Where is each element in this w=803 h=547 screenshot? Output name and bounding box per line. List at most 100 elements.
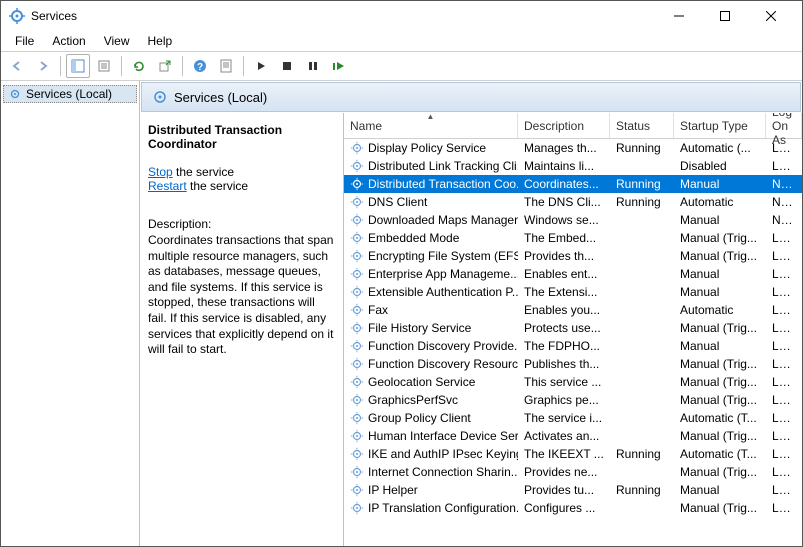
service-row[interactable]: Function Discovery Provide...The FDPHO..… (344, 337, 802, 355)
service-status-cell: Running (610, 177, 674, 191)
service-row[interactable]: Function Discovery Resourc...Publishes t… (344, 355, 802, 373)
tree-item-services-local[interactable]: Services (Local) (3, 85, 137, 103)
service-desc-cell: Windows se... (518, 213, 610, 227)
service-name-cell: Human Interface Device Ser... (344, 429, 518, 443)
service-logon-cell: Loca (766, 429, 802, 443)
properties-button[interactable] (92, 54, 116, 78)
toolbar: ? (1, 51, 802, 81)
service-name-cell: Encrypting File System (EFS) (344, 249, 518, 263)
minimize-button[interactable] (656, 1, 702, 31)
service-gear-icon (350, 357, 364, 371)
menu-file[interactable]: File (7, 32, 42, 50)
service-row[interactable]: Display Policy ServiceManages th...Runni… (344, 139, 802, 157)
list-body[interactable]: Display Policy ServiceManages th...Runni… (344, 139, 802, 546)
service-startup-cell: Manual (Trig... (674, 501, 766, 515)
column-name[interactable]: Name▲ (344, 113, 518, 138)
sort-asc-icon: ▲ (427, 113, 435, 121)
content-pane: Services (Local) Distributed Transaction… (140, 81, 802, 546)
service-row[interactable]: Embedded ModeThe Embed...Manual (Trig...… (344, 229, 802, 247)
service-desc-cell: Maintains li... (518, 159, 610, 173)
service-gear-icon (350, 177, 364, 191)
service-logon-cell: Netw (766, 213, 802, 227)
service-desc-cell: The IKEEXT ... (518, 447, 610, 461)
service-row[interactable]: DNS ClientThe DNS Cli...RunningAutomatic… (344, 193, 802, 211)
detail-pane: Distributed Transaction Coordinator Stop… (140, 113, 344, 546)
maximize-button[interactable] (702, 1, 748, 31)
stop-service-button[interactable] (275, 54, 299, 78)
menubar: File Action View Help (1, 31, 802, 51)
service-gear-icon (350, 501, 364, 515)
service-row[interactable]: Downloaded Maps ManagerWindows se...Manu… (344, 211, 802, 229)
tree-item-label: Services (Local) (26, 87, 112, 101)
service-startup-cell: Manual (674, 213, 766, 227)
show-hide-tree-button[interactable] (66, 54, 90, 78)
service-name-cell: Distributed Link Tracking Cli... (344, 159, 518, 173)
column-description[interactable]: Description (518, 113, 610, 138)
close-button[interactable] (748, 1, 794, 31)
service-logon-cell: Loca (766, 483, 802, 497)
service-logon-cell: Loca (766, 231, 802, 245)
service-gear-icon (350, 411, 364, 425)
service-desc-cell: Activates an... (518, 429, 610, 443)
service-row[interactable]: FaxEnables you...AutomaticLoca (344, 301, 802, 319)
service-row[interactable]: Extensible Authentication P...The Extens… (344, 283, 802, 301)
service-row[interactable]: Distributed Transaction Coo...Coordinate… (344, 175, 802, 193)
export-button[interactable] (153, 54, 177, 78)
column-status[interactable]: Status (610, 113, 674, 138)
service-startup-cell: Manual (Trig... (674, 393, 766, 407)
service-gear-icon (350, 249, 364, 263)
service-gear-icon (350, 321, 364, 335)
service-name-cell: Display Policy Service (344, 141, 518, 155)
service-row[interactable]: Distributed Link Tracking Cli...Maintain… (344, 157, 802, 175)
service-status-cell: Running (610, 483, 674, 497)
service-desc-cell: The service i... (518, 411, 610, 425)
menu-help[interactable]: Help (140, 32, 181, 50)
service-row[interactable]: File History ServiceProtects use...Manua… (344, 319, 802, 337)
service-logon-cell: Loca (766, 465, 802, 479)
service-row[interactable]: Human Interface Device Ser...Activates a… (344, 427, 802, 445)
service-row[interactable]: Encrypting File System (EFS)Provides th.… (344, 247, 802, 265)
service-logon-cell: Loca (766, 303, 802, 317)
help-button[interactable]: ? (188, 54, 212, 78)
service-desc-cell: Provides ne... (518, 465, 610, 479)
service-row[interactable]: GraphicsPerfSvcGraphics pe...Manual (Tri… (344, 391, 802, 409)
service-status-cell: Running (610, 141, 674, 155)
service-row[interactable]: IKE and AuthIP IPsec Keying...The IKEEXT… (344, 445, 802, 463)
list-header: Name▲ Description Status Startup Type Lo… (344, 113, 802, 139)
stop-link[interactable]: Stop (148, 165, 173, 179)
menu-action[interactable]: Action (44, 32, 93, 50)
refresh-button[interactable] (127, 54, 151, 78)
service-row[interactable]: Group Policy ClientThe service i...Autom… (344, 409, 802, 427)
service-gear-icon (350, 447, 364, 461)
service-row[interactable]: Geolocation ServiceThis service ...Manua… (344, 373, 802, 391)
pause-service-button[interactable] (301, 54, 325, 78)
service-gear-icon (350, 267, 364, 281)
service-name-cell: IP Helper (344, 483, 518, 497)
service-row[interactable]: Enterprise App Manageme...Enables ent...… (344, 265, 802, 283)
service-logon-cell: Loca (766, 321, 802, 335)
restart-service-button[interactable] (327, 54, 351, 78)
restart-service-line: Restart the service (148, 179, 335, 193)
column-log-on-as[interactable]: Log On As (766, 113, 802, 138)
service-row[interactable]: Internet Connection Sharin...Provides ne… (344, 463, 802, 481)
service-gear-icon (350, 429, 364, 443)
back-button[interactable] (5, 54, 29, 78)
service-startup-cell: Manual (674, 177, 766, 191)
start-service-button[interactable] (249, 54, 273, 78)
properties-sheet-button[interactable] (214, 54, 238, 78)
service-startup-cell: Automatic (674, 195, 766, 209)
restart-link[interactable]: Restart (148, 179, 187, 193)
service-gear-icon (350, 339, 364, 353)
stop-service-line: Stop the service (148, 165, 335, 179)
column-startup-type[interactable]: Startup Type (674, 113, 766, 138)
service-row[interactable]: IP Translation Configuration...Configure… (344, 499, 802, 517)
service-desc-cell: The Embed... (518, 231, 610, 245)
service-row[interactable]: IP HelperProvides tu...RunningManualLoca (344, 481, 802, 499)
service-desc-cell: Coordinates... (518, 177, 610, 191)
forward-button[interactable] (31, 54, 55, 78)
service-name-cell: Geolocation Service (344, 375, 518, 389)
service-startup-cell: Manual (Trig... (674, 231, 766, 245)
service-name-cell: Function Discovery Provide... (344, 339, 518, 353)
service-status-cell: Running (610, 447, 674, 461)
menu-view[interactable]: View (96, 32, 138, 50)
